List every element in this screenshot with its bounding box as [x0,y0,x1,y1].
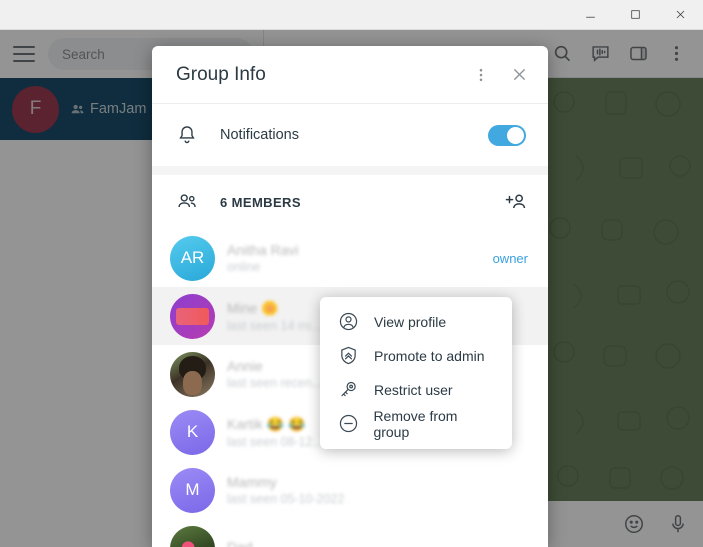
section-gap [152,166,548,175]
avatar-initials: AR [180,248,205,267]
member-name: Mammy [227,474,277,490]
avatar [170,293,215,339]
member-row[interactable]: AR Anitha Ravi online owner [152,229,548,287]
user-circle-icon [338,311,360,333]
members-count-label: 6 MEMBERS [220,194,301,210]
context-menu-item-view-profile[interactable]: View profile [320,305,512,339]
avatar [170,525,215,547]
more-vertical-icon[interactable] [462,56,500,94]
member-info: Anitha Ravi online [227,242,481,274]
avatar: AR [170,235,215,281]
notifications-toggle[interactable] [488,124,526,146]
member-info: Mammy last seen 05-10-2022 [227,474,528,506]
avatar [170,351,215,397]
context-menu-item-label: Remove from group [373,408,458,440]
avatar: M [170,467,215,513]
avatar-initials: M [185,480,200,499]
key-icon [338,379,360,401]
notifications-label: Notifications [220,127,299,143]
minus-circle-icon [338,413,359,435]
context-menu-item-promote-to-admin[interactable]: Promote to admin [320,339,512,373]
close-icon[interactable] [658,0,703,30]
member-info: Dad [227,539,528,547]
avatar-initials: K [186,422,199,441]
member-row[interactable]: Dad [152,519,548,547]
avatar: K [170,409,215,455]
dialog-title: Group Info [176,63,266,85]
bell-icon [176,124,220,146]
member-status: last seen 05-10-2022 [227,492,345,506]
context-menu-item-label: Promote to admin [374,348,485,364]
notifications-row[interactable]: Notifications [152,104,548,166]
dialog-header: Group Info [152,46,548,103]
context-menu-item-label: Restrict user [374,382,453,398]
members-header: 6 MEMBERS [152,175,548,229]
shield-up-icon [338,345,360,367]
context-menu-item-label: View profile [374,314,447,330]
member-context-menu: View profile Promote to admin Restrict u… [320,297,512,449]
context-menu-item-remove-from-group[interactable]: Remove from group [320,407,512,441]
close-icon[interactable] [500,56,538,94]
minimize-icon[interactable] [568,0,613,30]
context-menu-item-restrict-user[interactable]: Restrict user [320,373,512,407]
member-name: Anitha Ravi [227,242,299,258]
member-name: Dad [227,539,253,547]
member-row[interactable]: M Mammy last seen 05-10-2022 [152,461,548,519]
members-icon [176,191,220,213]
member-status: online [227,260,261,274]
maximize-icon[interactable] [613,0,658,30]
add-member-icon[interactable] [504,191,528,213]
member-role-badge: owner [492,250,528,266]
window-titlebar [0,0,703,30]
